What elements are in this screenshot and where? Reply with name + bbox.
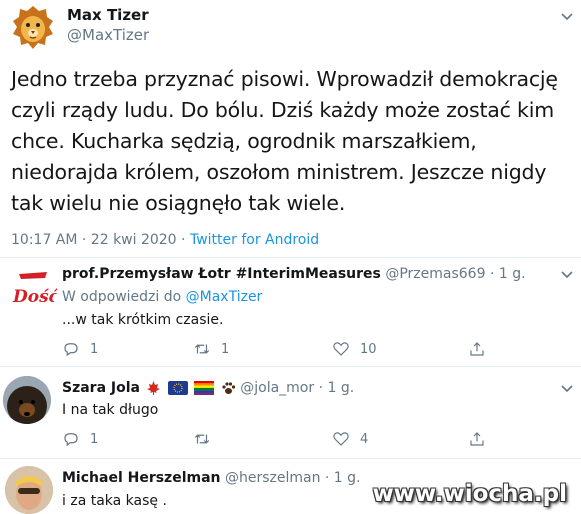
rainbow-flag-icon: [194, 381, 215, 395]
retweet-button[interactable]: 1: [193, 340, 229, 358]
reply-time[interactable]: · 1 g.: [490, 266, 526, 282]
divider: [0, 458, 581, 459]
reply-avatar[interactable]: [3, 376, 51, 424]
reply-author-handle[interactable]: @herszelman: [225, 470, 320, 486]
divider: [0, 366, 581, 367]
reply-context: W odpowiedzi do @MaxTizer: [62, 289, 263, 305]
reply-author-handle[interactable]: @jola_mor: [240, 380, 314, 396]
reply-text: ...w tak krótkim czasie.: [62, 312, 224, 328]
reply-to-link[interactable]: @MaxTizer: [186, 289, 263, 305]
lion-avatar-icon: [9, 3, 57, 51]
divider: [0, 257, 581, 258]
reply-author-name[interactable]: Michael Herszelman: [62, 470, 221, 486]
reply-count: 1: [90, 341, 99, 357]
share-button[interactable]: [468, 430, 486, 448]
eu-flag-icon: [167, 381, 188, 395]
reply-icon: [64, 433, 78, 447]
dog-avatar: [3, 376, 51, 424]
reply-author-name[interactable]: Szara Jola: [62, 380, 140, 396]
reply-text: I na tak długo: [62, 402, 159, 418]
reply-button[interactable]: 1: [62, 430, 98, 448]
maple-leaf-icon: [147, 381, 161, 395]
reply-header: prof.Przemysław Łotr #InterimMeasures @P…: [62, 266, 526, 282]
reply-button[interactable]: 1: [62, 340, 98, 358]
chevron-down-icon[interactable]: [560, 268, 574, 282]
reply-avatar[interactable]: Dość: [9, 266, 57, 314]
tweet-timestamp[interactable]: 10:17 AM · 22 kwi 2020: [11, 232, 177, 248]
svg-text:Dość: Dość: [12, 287, 57, 307]
dosc-logo: Dość: [9, 266, 57, 314]
tweet-meta: 10:17 AM · 22 kwi 2020 · Twitter for And…: [11, 232, 320, 248]
chevron-down-icon[interactable]: [560, 382, 574, 396]
reply-author-name[interactable]: prof.Przemysław Łotr #InterimMeasures: [62, 266, 381, 282]
reply-time[interactable]: · 1 g.: [319, 380, 355, 396]
reply-icon: [64, 343, 78, 357]
retweet-icon: [194, 344, 210, 354]
retweet-icon: [194, 434, 210, 444]
retweet-button[interactable]: [193, 430, 221, 448]
share-icon: [470, 342, 484, 356]
share-icon: [470, 432, 484, 446]
share-button[interactable]: [468, 340, 486, 358]
like-count: 4: [360, 431, 369, 447]
author-handle[interactable]: @MaxTizer: [67, 26, 149, 44]
like-button[interactable]: 4: [332, 430, 368, 448]
like-button[interactable]: 10: [332, 340, 377, 358]
author-avatar[interactable]: [9, 3, 57, 51]
reply-text: i za taka kasę .: [62, 493, 167, 509]
tweet-source[interactable]: Twitter for Android: [190, 232, 319, 248]
like-icon: [333, 342, 349, 356]
author-name[interactable]: Max Tizer: [67, 6, 149, 24]
tweet-text: Jedno trzeba przyznać pisowi. Wprowadził…: [11, 67, 558, 215]
person-avatar: [5, 466, 53, 514]
paw-icon: [222, 382, 235, 394]
reply-avatar[interactable]: [5, 466, 53, 514]
chevron-down-icon[interactable]: [560, 10, 574, 24]
reply-count: 1: [90, 431, 99, 447]
like-icon: [333, 432, 349, 446]
reply-header: Michael Herszelman @herszelman · 1 g.: [62, 470, 361, 486]
watermark: www.wiocha.pl: [372, 481, 567, 507]
reply-author-handle[interactable]: @Przemas669: [385, 266, 485, 282]
reply-time[interactable]: · 1 g.: [325, 470, 361, 486]
reply-header: Szara Jola @jola_mor · 1 g.: [62, 380, 354, 396]
like-count: 10: [360, 341, 377, 357]
retweet-count: 1: [221, 341, 230, 357]
